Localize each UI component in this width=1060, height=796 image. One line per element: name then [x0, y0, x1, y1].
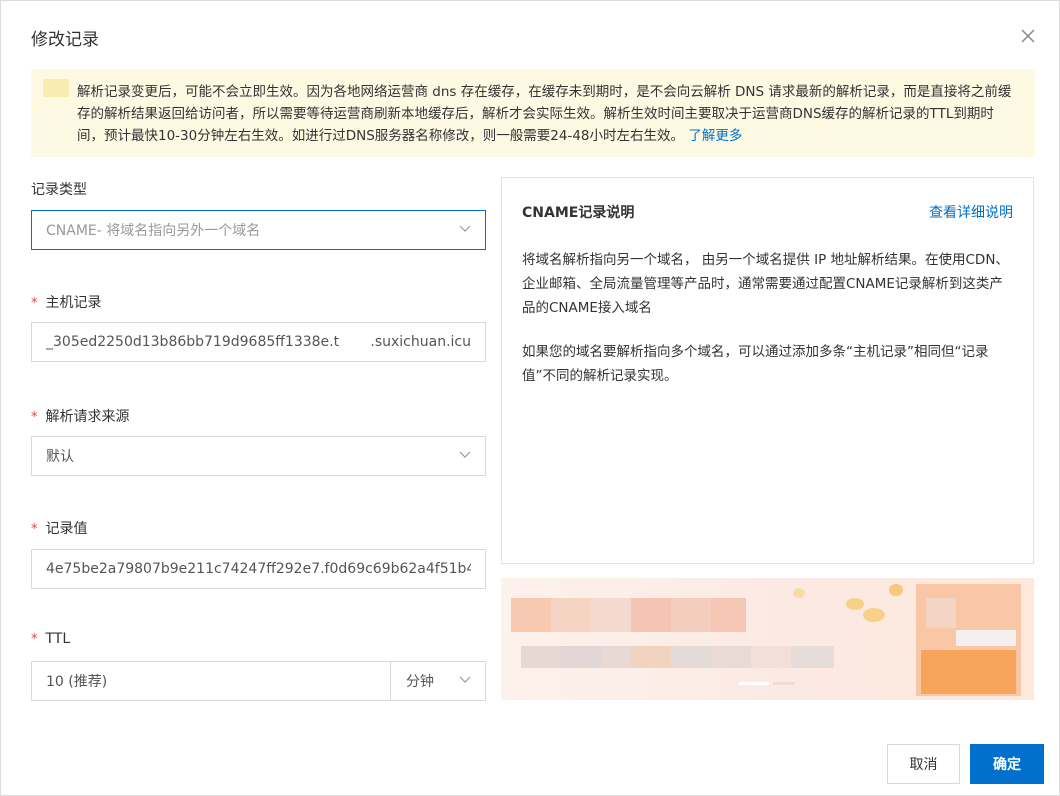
coin-shape [846, 598, 864, 610]
host-record-label: * 主机记录 [31, 295, 102, 311]
banner-block [711, 598, 746, 632]
record-type-label: 记录类型 [31, 182, 87, 198]
ttl-value: 10 (推荐) [46, 674, 108, 690]
edit-record-dialog: 修改记录 解析记录变更后，可能不会立即生效。因为各地网络运营商 dns 存在缓存… [0, 0, 1060, 796]
domain-suffix: .suxichuan.icu [370, 334, 471, 350]
confirm-button[interactable]: 确定 [970, 744, 1044, 784]
banner-block [551, 598, 591, 632]
carousel-dot[interactable] [773, 682, 795, 685]
ttl-input[interactable]: 10 (推荐) [31, 661, 391, 701]
banner-block [521, 646, 561, 668]
record-value-text: 4e75be2a79807b9e211c74247ff292e7.f0d69c6… [46, 561, 471, 577]
record-type-select[interactable]: CNAME- 将域名指向另外一个域名 [31, 210, 486, 250]
learn-more-link[interactable]: 了解更多 [688, 128, 742, 144]
record-value-label: * 记录值 [31, 521, 88, 537]
required-mark: * [31, 522, 38, 537]
ttl-group: 10 (推荐) 分钟 [31, 661, 486, 701]
help-paragraph-1: 将域名解析指向另一个域名， 由另一个域名提供 IP 地址解析结果。在使用CDN、… [522, 252, 1009, 316]
carousel-dot-active[interactable] [739, 682, 769, 685]
request-source-value: 默认 [46, 449, 74, 465]
banner-block [711, 646, 751, 668]
banner-block [591, 598, 631, 632]
cname-help-panel: CNAME记录说明 查看详细说明 将域名解析指向另一个域名， 由另一个域名提供 … [501, 177, 1034, 564]
host-record-input[interactable]: _305ed2250d13b86bb719d9685ff1338e.t .sux… [31, 322, 486, 362]
warning-icon [43, 79, 69, 97]
chevron-down-icon [459, 225, 471, 232]
record-value-input[interactable]: 4e75be2a79807b9e211c74247ff292e7.f0d69c6… [31, 549, 486, 589]
request-source-select[interactable]: 默认 [31, 436, 486, 476]
close-icon[interactable] [1019, 27, 1037, 45]
banner-block [921, 650, 1016, 694]
banner-block [956, 630, 1016, 646]
banner-block [791, 646, 834, 668]
banner-block [511, 598, 551, 632]
request-source-label: * 解析请求来源 [31, 409, 130, 425]
coin-shape [863, 608, 885, 622]
ttl-unit-value: 分钟 [406, 674, 434, 690]
required-mark: * [31, 296, 38, 311]
notice-text: 解析记录变更后，可能不会立即生效。因为各地网络运营商 dns 存在缓存，在缓存未… [77, 84, 1012, 144]
view-details-link[interactable]: 查看详细说明 [929, 202, 1013, 222]
cancel-button[interactable]: 取消 [887, 744, 960, 784]
ttl-unit-select[interactable]: 分钟 [390, 661, 486, 701]
banner-block [561, 646, 601, 668]
banner-block [631, 646, 671, 668]
notice-banner: 解析记录变更后，可能不会立即生效。因为各地网络运营商 dns 存在缓存，在缓存未… [31, 69, 1035, 157]
help-paragraph-2: 如果您的域名要解析指向多个域名，可以通过添加多条“主机记录”相同但“记录值”不同… [522, 344, 989, 384]
dialog-title: 修改记录 [31, 30, 99, 50]
chevron-down-icon [459, 451, 471, 458]
help-text: 将域名解析指向另一个域名， 由另一个域名提供 IP 地址解析结果。在使用CDN、… [522, 248, 1013, 388]
host-record-value: _305ed2250d13b86bb719d9685ff1338e.t [46, 334, 340, 350]
banner-block [671, 646, 711, 668]
coin-shape [793, 588, 805, 598]
banner-block [926, 598, 956, 628]
banner-block [601, 646, 631, 668]
banner-block [751, 646, 791, 668]
required-mark: * [31, 632, 38, 647]
promo-banner[interactable] [501, 578, 1034, 700]
record-type-value: CNAME- 将域名指向另外一个域名 [46, 223, 261, 239]
chevron-down-icon [459, 676, 471, 683]
coin-shape [889, 584, 903, 596]
banner-block [671, 598, 711, 632]
banner-block [631, 598, 671, 632]
ttl-label: * TTL [31, 631, 71, 647]
required-mark: * [31, 410, 38, 425]
